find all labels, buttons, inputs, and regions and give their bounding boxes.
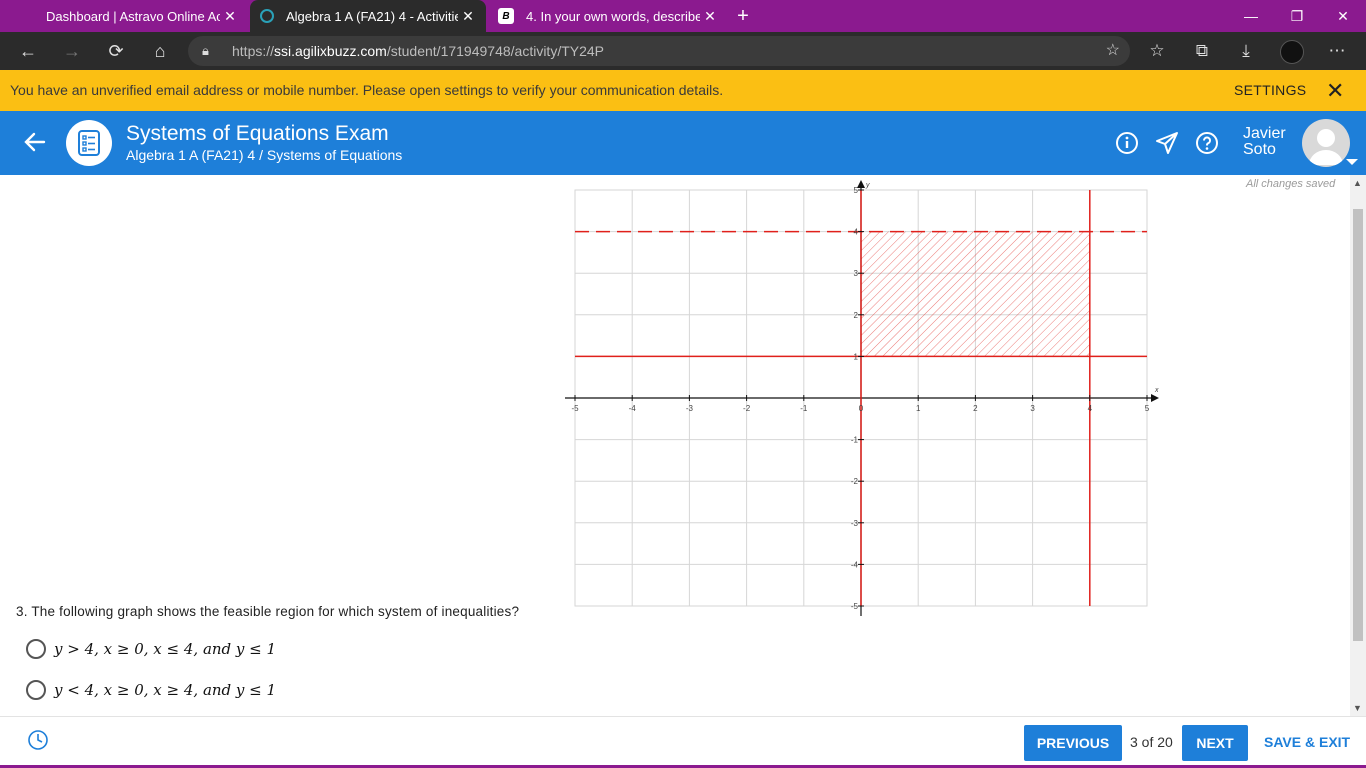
y-tick-label: 2: [854, 311, 859, 320]
close-notice-icon[interactable]: ✕: [1326, 78, 1344, 104]
browser-tab-strip: Dashboard | Astravo Online Acad ✕ Algebr…: [0, 0, 1366, 32]
scroll-down-icon[interactable]: ▼: [1353, 703, 1362, 713]
x-axis-arrow: [1151, 394, 1159, 402]
user-name[interactable]: Javier Soto: [1243, 126, 1303, 158]
y-tick-label: -5: [851, 602, 859, 611]
y-axis-label: y: [865, 182, 870, 189]
buzz-favicon-icon: [260, 9, 274, 23]
feasible-region: [861, 231, 1090, 357]
tab-close-icon[interactable]: ✕: [700, 8, 720, 25]
coordinate-graph: -5 -4 -3 -2 -1 0 1 2 3 4 5 5 4 3 2 1 -1 -2 -3 -4 -5 x y: [565, 180, 1159, 616]
y-tick-label: -1: [851, 436, 859, 445]
url-host: ssi.agilixbuzz.com: [274, 43, 387, 59]
activity-content: All changes saved -5 -4 -3 -2 -1 0 1 2 3 4 5 5 4 3 2 1-…: [0, 175, 1350, 716]
window-close-icon[interactable]: ✕: [1320, 0, 1366, 32]
user-menu-caret-icon[interactable]: [1346, 159, 1358, 165]
x-tick-label: -2: [743, 404, 751, 413]
x-tick-label: -1: [800, 404, 808, 413]
lock-icon: 🔒︎: [202, 43, 209, 58]
x-tick-label: 1: [916, 404, 921, 413]
tab-activities[interactable]: Algebra 1 A (FA21) 4 - Activities ✕: [250, 0, 486, 32]
tab-title: Dashboard | Astravo Online Acad: [46, 8, 220, 24]
next-button[interactable]: NEXT: [1182, 725, 1248, 761]
previous-button[interactable]: PREVIOUS: [1024, 725, 1122, 761]
tab-dashboard[interactable]: Dashboard | Astravo Online Acad ✕: [8, 0, 248, 32]
radio-button[interactable]: [26, 639, 46, 659]
add-favorite-icon[interactable]: ☆: [1106, 36, 1120, 66]
address-bar-row: ← → ⟳ ⌂ 🔒︎ https://ssi.agilixbuzz.com/st…: [0, 32, 1366, 70]
x-tick-label: 3: [1030, 404, 1035, 413]
content-scrollbar[interactable]: ▲ ▼: [1350, 175, 1366, 716]
answer-option-b[interactable]: y < 4, x ≥ 0, x ≥ 4, and y ≤ 1: [26, 680, 276, 700]
clock-icon[interactable]: [27, 729, 49, 751]
tab-close-icon[interactable]: ✕: [458, 8, 478, 25]
y-tick-label: 5: [854, 186, 859, 195]
y-tick-label: -2: [851, 477, 859, 486]
minimize-icon[interactable]: —: [1228, 0, 1274, 32]
question-pager: 3 of 20: [1130, 734, 1173, 750]
x-tick-label: -5: [571, 404, 579, 413]
restore-icon[interactable]: ❐: [1274, 0, 1320, 32]
collections-icon[interactable]: ⧉: [1187, 38, 1217, 64]
notice-message: You have an unverified email address or …: [10, 82, 724, 98]
favorites-icon[interactable]: ☆: [1142, 38, 1172, 64]
y-tick-label: -4: [851, 560, 859, 569]
refresh-icon[interactable]: ⟳: [102, 38, 130, 64]
user-last-name: Soto: [1243, 141, 1276, 158]
home-icon[interactable]: ⌂: [146, 38, 174, 64]
verification-notice: You have an unverified email address or …: [0, 70, 1366, 111]
x-tick-label: 5: [1145, 404, 1150, 413]
y-tick-label: -3: [851, 519, 859, 528]
y-axis-arrow: [857, 180, 865, 188]
tab-title: 4. In your own words, describe h: [526, 8, 700, 24]
dashboard-favicon-icon: [18, 8, 34, 24]
option-text: y < 4, x ≥ 0, x ≥ 4, and y ≤ 1: [54, 681, 277, 699]
send-message-icon[interactable]: [1155, 131, 1179, 155]
brainly-favicon-icon: B: [498, 8, 514, 24]
save-status: All changes saved: [1246, 178, 1336, 190]
info-icon[interactable]: [1115, 131, 1139, 155]
question-text: 3. The following graph shows the feasibl…: [16, 604, 520, 619]
url-field[interactable]: 🔒︎ https://ssi.agilixbuzz.com/student/17…: [188, 36, 1130, 66]
x-axis-label: x: [1154, 387, 1159, 394]
page-title: Systems of Equations Exam: [126, 122, 389, 145]
save-and-exit-button[interactable]: SAVE & EXIT: [1264, 734, 1350, 750]
user-first-name: Javier: [1243, 125, 1286, 142]
back-arrow-icon[interactable]: [22, 127, 48, 164]
app-header: Systems of Equations Exam Algebra 1 A (F…: [0, 111, 1366, 175]
x-tick-label: -3: [686, 404, 694, 413]
tab-brainly[interactable]: B 4. In your own words, describe h ✕: [488, 0, 728, 32]
x-tick-label: 4: [1088, 404, 1093, 413]
scrollbar-thumb[interactable]: [1353, 209, 1363, 641]
settings-link[interactable]: SETTINGS: [1234, 82, 1306, 98]
url-prefix: https://: [232, 43, 275, 59]
answer-option-a[interactable]: y > 4, x ≥ 0, x ≤ 4, and y ≤ 1: [26, 639, 276, 659]
scroll-up-icon[interactable]: ▲: [1353, 178, 1362, 188]
back-arrow-icon[interactable]: ←: [14, 38, 42, 64]
y-tick-label: 4: [854, 228, 859, 237]
avatar[interactable]: [1302, 119, 1350, 167]
x-tick-label: 2: [973, 404, 978, 413]
more-menu-icon[interactable]: ⋯: [1322, 38, 1352, 64]
forward-arrow-icon[interactable]: →: [58, 38, 86, 64]
url-path: /student/171949748/activity/TY24P: [386, 43, 605, 59]
option-text: y > 4, x ≥ 0, x ≤ 4, and y ≤ 1: [54, 640, 277, 658]
browser-profile-avatar[interactable]: [1280, 40, 1304, 64]
y-tick-label: 3: [854, 269, 859, 278]
new-tab-plus-icon[interactable]: +: [732, 4, 754, 28]
x-tick-label: 0: [859, 404, 864, 413]
radio-button[interactable]: [26, 680, 46, 700]
download-icon[interactable]: ⤓: [1231, 38, 1261, 64]
y-tick-label: 1: [854, 352, 859, 361]
x-tick-label: -4: [629, 404, 637, 413]
tab-close-icon[interactable]: ✕: [220, 8, 240, 25]
help-icon[interactable]: [1195, 131, 1219, 155]
breadcrumb: Algebra 1 A (FA21) 4 / Systems of Equati…: [126, 147, 403, 163]
tab-title: Algebra 1 A (FA21) 4 - Activities: [286, 8, 458, 24]
activity-footer: PREVIOUS 3 of 20 NEXT SAVE & EXIT: [0, 716, 1366, 768]
activity-list-icon: [66, 120, 112, 166]
